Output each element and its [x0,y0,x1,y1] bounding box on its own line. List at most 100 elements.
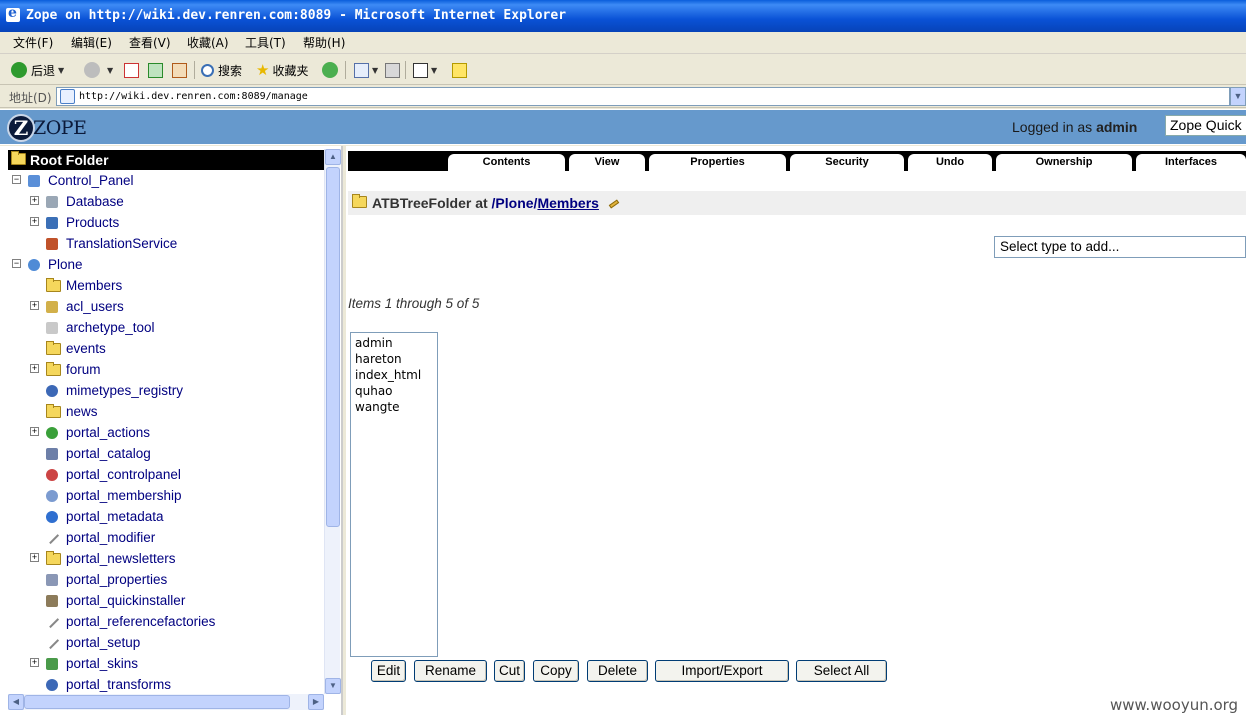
scroll-right-icon[interactable]: ▶ [308,694,324,710]
expand-icon[interactable]: + [30,427,39,436]
scroll-left-icon[interactable]: ◀ [8,694,24,710]
list-item[interactable]: wangte [355,399,433,415]
tab-undo[interactable]: Undo [908,154,992,171]
mail-button[interactable]: ▼ [354,60,378,80]
tree-node-label[interactable]: portal_controlpanel [66,467,181,482]
location-path-link[interactable]: /Plone/ [492,195,538,211]
tree-node-label[interactable]: Database [66,194,124,209]
address-input[interactable]: http://wiki.dev.renren.com:8089/manage [56,87,1230,106]
tree-node-label[interactable]: forum [66,362,101,377]
tree-node-label[interactable]: portal_membership [66,488,182,503]
tree-node-label[interactable]: mimetypes_registry [66,383,183,398]
window-title-bar[interactable]: Zope on http://wiki.dev.renren.com:8089 … [0,0,1246,32]
tree-node-label[interactable]: portal_setup [66,635,140,650]
tab-view[interactable]: View [569,154,645,171]
list-item[interactable]: admin [355,335,433,351]
items-listbox[interactable]: admin hareton index_html quhao wangte [350,332,438,657]
home-button[interactable] [172,60,187,80]
tree-node-label[interactable]: portal_modifier [66,530,155,545]
tree-node-label[interactable]: portal_newsletters [66,551,176,566]
select-all-button[interactable]: Select All [796,660,887,682]
address-dropdown-button[interactable]: ▼ [1230,87,1246,106]
tree-node-label[interactable]: portal_transforms [66,677,171,692]
import-export-button[interactable]: Import/Export [655,660,789,682]
location-current-link[interactable]: Members [537,195,598,211]
edit-button[interactable]: ▼ [413,60,437,80]
list-item[interactable]: index_html [355,367,433,383]
tree-node-label[interactable]: TranslationService [66,236,177,251]
delete-button[interactable]: Delete [587,660,648,682]
tree-node-label[interactable]: portal_quickinstaller [66,593,185,608]
tree-vertical-scrollbar[interactable]: ▲ ▼ [324,149,341,694]
forward-button[interactable]: ▼ [84,60,113,80]
menu-tools[interactable]: 工具(T) [245,34,286,51]
tree-node-label[interactable]: portal_properties [66,572,167,587]
actions-icon [46,427,58,439]
search-button[interactable]: 搜索 [201,60,242,80]
back-button[interactable]: 后退 ▼ [11,60,64,80]
print-button[interactable] [385,60,400,80]
tree-node-label[interactable]: portal_referencefactories [66,614,215,629]
hscroll-thumb[interactable] [24,695,290,709]
menu-file[interactable]: 文件(F) [13,34,53,51]
tree-node-label[interactable]: portal_skins [66,656,138,671]
stop-button[interactable] [124,60,139,80]
pencil-icon[interactable] [608,199,620,209]
folder-icon [46,278,61,292]
edit-button[interactable]: Edit [371,660,406,682]
notes-button[interactable] [452,60,467,80]
tab-contents[interactable]: Contents [448,154,565,171]
collapse-icon[interactable]: − [12,175,21,184]
expand-icon[interactable]: + [30,301,39,310]
tree-node-label[interactable]: Control_Panel [48,173,134,188]
tree-node-label[interactable]: news [66,404,98,419]
catalog-icon [46,448,58,460]
menu-view[interactable]: 查看(V) [129,34,171,51]
chevron-down-icon[interactable]: ▼ [107,66,113,75]
tree-node-label[interactable]: portal_actions [66,425,150,440]
copy-button[interactable]: Copy [533,660,579,682]
address-url: http://wiki.dev.renren.com:8089/manage [79,91,308,102]
tree-node-label[interactable]: portal_metadata [66,509,164,524]
cut-button[interactable]: Cut [494,660,525,682]
tab-interfaces[interactable]: Interfaces [1136,154,1246,171]
menu-favorites[interactable]: 收藏(A) [187,34,229,51]
add-type-select[interactable]: Select type to add... [994,236,1246,258]
quick-start-select[interactable]: Zope Quick [1165,115,1246,136]
expand-icon[interactable]: + [30,217,39,226]
tree-node-label[interactable]: Products [66,215,119,230]
expand-icon[interactable]: + [30,553,39,562]
tree-horizontal-scrollbar[interactable]: ◀ ▶ [8,694,324,710]
rename-button[interactable]: Rename [414,660,487,682]
tree-node-label[interactable]: archetype_tool [66,320,155,335]
scroll-up-icon[interactable]: ▲ [325,149,341,165]
tree-node-label[interactable]: events [66,341,106,356]
menu-help[interactable]: 帮助(H) [303,34,345,51]
membership-icon [46,490,58,502]
expand-icon[interactable]: + [30,658,39,667]
expand-icon[interactable]: + [30,364,39,373]
tab-security[interactable]: Security [790,154,904,171]
expand-icon[interactable]: + [30,196,39,205]
scroll-thumb[interactable] [326,167,340,527]
tree-node-label[interactable]: portal_catalog [66,446,151,461]
refresh-button[interactable] [148,60,163,80]
chevron-down-icon[interactable]: ▼ [431,66,437,75]
tab-ownership[interactable]: Ownership [996,154,1132,171]
tab-properties[interactable]: Properties [649,154,786,171]
tree-node-label[interactable]: acl_users [66,299,124,314]
chevron-down-icon[interactable]: ▼ [58,66,64,75]
tree-node-label[interactable]: Plone [48,257,83,272]
zope-logo[interactable]: Z ZOPE [7,114,87,142]
chevron-down-icon[interactable]: ▼ [372,66,378,75]
menu-edit[interactable]: 编辑(E) [71,34,112,51]
tree-node-label[interactable]: Members [66,278,122,293]
media-button[interactable] [322,60,342,80]
list-item[interactable]: quhao [355,383,433,399]
scroll-down-icon[interactable]: ▼ [325,678,341,694]
tree-root[interactable]: Root Folder [8,150,324,170]
list-item[interactable]: hareton [355,351,433,367]
favorites-button[interactable]: ★ 收藏夹 [256,60,308,80]
menu-bar: 文件(F) 编辑(E) 查看(V) 收藏(A) 工具(T) 帮助(H) [0,32,1246,54]
collapse-icon[interactable]: − [12,259,21,268]
